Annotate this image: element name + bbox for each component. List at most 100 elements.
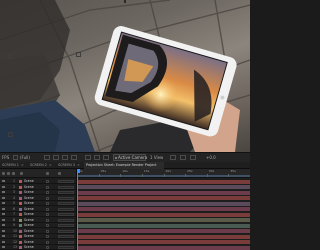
switch-toggle[interactable] <box>46 213 49 216</box>
eye-icon[interactable] <box>2 229 5 232</box>
eye-icon[interactable] <box>2 246 5 248</box>
layer-name[interactable]: Scene <box>24 196 34 201</box>
label-icon[interactable] <box>20 172 23 175</box>
layer-row[interactable]: 2 Scene <box>0 185 76 190</box>
eye-icon[interactable] <box>2 213 5 215</box>
eye-icon[interactable] <box>2 218 5 221</box>
label-color-swatch[interactable] <box>19 224 22 227</box>
parent-icon[interactable] <box>58 172 61 175</box>
label-color-swatch[interactable] <box>19 218 22 222</box>
draft-3d-button[interactable] <box>103 155 109 160</box>
label-color-swatch[interactable] <box>19 180 22 183</box>
layer-duration-bar[interactable] <box>77 196 250 200</box>
layer-row[interactable]: 7 Scene <box>0 212 76 217</box>
label-color-swatch[interactable] <box>19 202 22 205</box>
tab-screen-2[interactable]: SCREEN 2 × <box>28 162 56 169</box>
eye-icon[interactable] <box>2 185 5 188</box>
layer-name[interactable]: Scene <box>24 223 34 228</box>
parent-select[interactable] <box>58 196 74 200</box>
snapshot-button[interactable] <box>44 155 50 160</box>
layer-row[interactable]: 3 Scene <box>0 190 76 195</box>
layer-duration-bar[interactable] <box>77 201 250 206</box>
switch-toggle[interactable] <box>46 229 49 233</box>
label-color-swatch[interactable] <box>19 246 22 249</box>
playhead-handle[interactable] <box>77 169 80 173</box>
eye-icon[interactable] <box>2 202 5 204</box>
switch-toggle[interactable] <box>46 235 49 238</box>
track-area[interactable]: 0s 05s 10s 15s 20s 25s 30s 35s <box>77 169 250 250</box>
layer-name[interactable]: Scene <box>24 185 34 190</box>
parent-select[interactable] <box>58 191 74 194</box>
switch-toggle[interactable] <box>46 185 49 189</box>
eye-icon[interactable] <box>2 235 5 237</box>
layer-duration-bar[interactable] <box>77 245 250 250</box>
layer-duration-bar[interactable] <box>77 212 250 217</box>
tab-screen-3[interactable]: SCREEN 3 × <box>56 162 84 169</box>
parent-select[interactable] <box>58 246 74 249</box>
label-color-swatch[interactable] <box>19 185 22 189</box>
switch-toggle[interactable] <box>46 196 49 200</box>
layer-duration-bar[interactable] <box>77 240 250 244</box>
switch-toggle[interactable] <box>46 218 49 222</box>
eye-icon[interactable] <box>2 180 5 182</box>
label-color-swatch[interactable] <box>19 213 22 216</box>
tab-screen-1[interactable]: SCREEN 1 × <box>0 162 28 169</box>
label-color-swatch[interactable] <box>19 207 22 211</box>
layer-duration-bar[interactable] <box>77 229 250 233</box>
layer-row[interactable]: 10 Scene <box>0 229 76 234</box>
label-color-swatch[interactable] <box>19 240 22 244</box>
anchor-point-marker[interactable] <box>76 52 81 57</box>
layer-name[interactable]: Scene <box>24 201 34 206</box>
flowchart-button[interactable] <box>190 155 196 160</box>
switch-toggle[interactable] <box>46 207 49 211</box>
zoom-select[interactable]: (Full) <box>20 153 30 162</box>
fast-preview-button[interactable] <box>170 155 176 160</box>
view-layout-select[interactable]: 1 View <box>150 153 163 162</box>
channel-button[interactable] <box>53 155 59 160</box>
parent-select[interactable] <box>58 235 74 238</box>
layer-duration-bar[interactable] <box>77 234 250 239</box>
layer-duration-bar[interactable] <box>77 190 250 195</box>
eye-icon[interactable] <box>2 224 5 226</box>
label-color-swatch[interactable] <box>19 196 22 200</box>
switches-icon[interactable] <box>46 172 49 175</box>
eye-icon[interactable] <box>2 191 5 193</box>
layer-row[interactable]: 13 Scene <box>0 245 76 250</box>
layer-duration-bar[interactable] <box>77 223 250 228</box>
switch-toggle[interactable] <box>46 246 49 249</box>
parent-select[interactable] <box>58 185 74 189</box>
label-color-swatch[interactable] <box>19 229 22 233</box>
label-color-swatch[interactable] <box>19 191 22 194</box>
parent-select[interactable] <box>58 229 74 233</box>
layer-row[interactable]: 4 Scene <box>0 196 76 201</box>
parent-select[interactable] <box>58 213 74 216</box>
layer-duration-bar[interactable] <box>77 179 250 184</box>
region-of-interest-button[interactable] <box>85 155 91 160</box>
camera-select[interactable]: Active Camera <box>113 154 147 161</box>
resolution-button[interactable] <box>13 155 18 160</box>
switch-toggle[interactable] <box>46 240 49 244</box>
layer-name[interactable]: Scene <box>24 218 34 223</box>
layer-name[interactable]: Scene <box>24 212 34 217</box>
layer-name[interactable]: Scene <box>24 240 34 245</box>
layer-name[interactable]: Scene <box>24 245 34 250</box>
layer-row[interactable]: 11 Scene <box>0 234 76 239</box>
layer-name[interactable]: Scene <box>24 234 34 239</box>
parent-select[interactable] <box>58 224 74 227</box>
playhead[interactable] <box>77 169 80 250</box>
layer-name[interactable]: Scene <box>24 179 34 184</box>
layer-duration-bar[interactable] <box>77 207 250 211</box>
layer-row[interactable]: 12 Scene <box>0 240 76 245</box>
switch-toggle[interactable] <box>46 202 49 205</box>
eye-icon[interactable] <box>2 207 5 210</box>
layer-name[interactable]: Scene <box>24 207 34 212</box>
layer-duration-bar[interactable] <box>77 185 250 189</box>
parent-select[interactable] <box>58 207 74 211</box>
layer-row[interactable]: 9 Scene <box>0 223 76 228</box>
parent-select[interactable] <box>58 180 74 183</box>
close-icon[interactable]: × <box>77 163 80 167</box>
mask-toggle-button[interactable] <box>71 155 77 160</box>
grid-toggle-button[interactable] <box>62 155 68 160</box>
layer-row[interactable]: 5 Scene <box>0 201 76 206</box>
lock-icon[interactable] <box>12 172 15 175</box>
